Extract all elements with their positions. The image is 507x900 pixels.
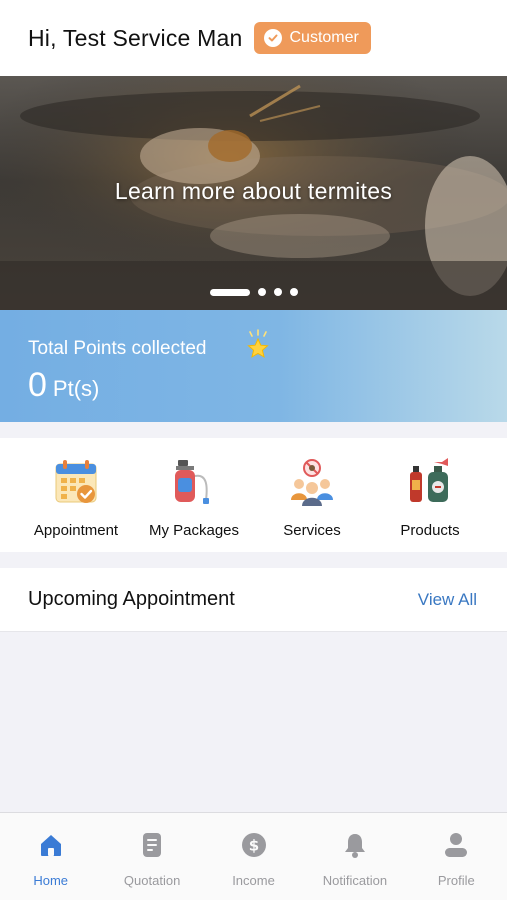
nav-label: Profile bbox=[437, 873, 475, 888]
carousel-indicator[interactable] bbox=[210, 288, 298, 296]
nav-item-income[interactable]: $ Income bbox=[203, 813, 304, 900]
promo-banner[interactable]: Learn more about termites bbox=[0, 76, 507, 310]
carousel-dot-active[interactable] bbox=[210, 288, 250, 296]
menu-label: Services bbox=[283, 522, 341, 539]
carousel-dot[interactable] bbox=[274, 288, 282, 296]
nav-label: Income bbox=[232, 873, 275, 888]
menu-item-appointment[interactable]: Appointment bbox=[17, 438, 135, 552]
user-icon bbox=[445, 833, 468, 857]
menu-label: My Packages bbox=[148, 522, 240, 539]
nav-label: Home bbox=[33, 873, 69, 888]
document-icon bbox=[143, 833, 162, 857]
dollar-icon: $ bbox=[241, 833, 266, 857]
calendar-check-icon bbox=[55, 460, 97, 503]
points-value: 0 Pt(s) bbox=[28, 366, 99, 405]
carousel-dot[interactable] bbox=[258, 288, 266, 296]
points-card[interactable]: Total Points collected 0 Pt(s) bbox=[0, 310, 507, 422]
nav-label: Notification bbox=[322, 873, 388, 888]
quick-menu: Appointment My Packages Services Product… bbox=[0, 438, 507, 552]
sprayer-icon bbox=[175, 460, 209, 504]
menu-label: Products bbox=[400, 522, 460, 539]
points-label: Total Points collected bbox=[28, 338, 207, 359]
menu-item-products[interactable]: Products bbox=[371, 438, 489, 552]
menu-item-my-packages[interactable]: My Packages bbox=[135, 438, 253, 552]
nav-item-profile[interactable]: Profile bbox=[406, 813, 507, 900]
app-header: Hi, Test Service Man Customer bbox=[0, 0, 507, 76]
star-icon bbox=[247, 329, 269, 358]
section-title: Upcoming Appointment bbox=[28, 588, 235, 610]
points-number: 0 bbox=[28, 366, 47, 404]
menu-item-services[interactable]: Services bbox=[253, 438, 371, 552]
carousel-dot[interactable] bbox=[290, 288, 298, 296]
check-icon bbox=[264, 29, 283, 47]
role-badge: Customer bbox=[254, 22, 371, 54]
menu-label: Appointment bbox=[33, 522, 119, 539]
svg-text:$: $ bbox=[248, 837, 258, 855]
greeting-text: Hi, Test Service Man bbox=[28, 24, 243, 51]
upcoming-appointment-section: Upcoming Appointment View All bbox=[0, 568, 507, 632]
nav-item-quotation[interactable]: Quotation bbox=[101, 813, 202, 900]
role-badge-label: Customer bbox=[289, 29, 359, 46]
bottom-nav: Home Quotation $ Income Notification Pro… bbox=[0, 812, 507, 900]
nav-item-home[interactable]: Home bbox=[0, 813, 101, 900]
banner-title: Learn more about termites bbox=[114, 178, 393, 204]
bell-icon bbox=[344, 834, 365, 858]
view-all-link[interactable]: View All bbox=[418, 590, 477, 610]
spray-bottles-icon bbox=[410, 458, 448, 502]
home-icon bbox=[40, 835, 61, 856]
points-unit: Pt(s) bbox=[52, 376, 100, 401]
nav-label: Quotation bbox=[123, 873, 181, 888]
nav-item-notification[interactable]: Notification bbox=[304, 813, 405, 900]
people-pest-icon bbox=[291, 459, 333, 506]
